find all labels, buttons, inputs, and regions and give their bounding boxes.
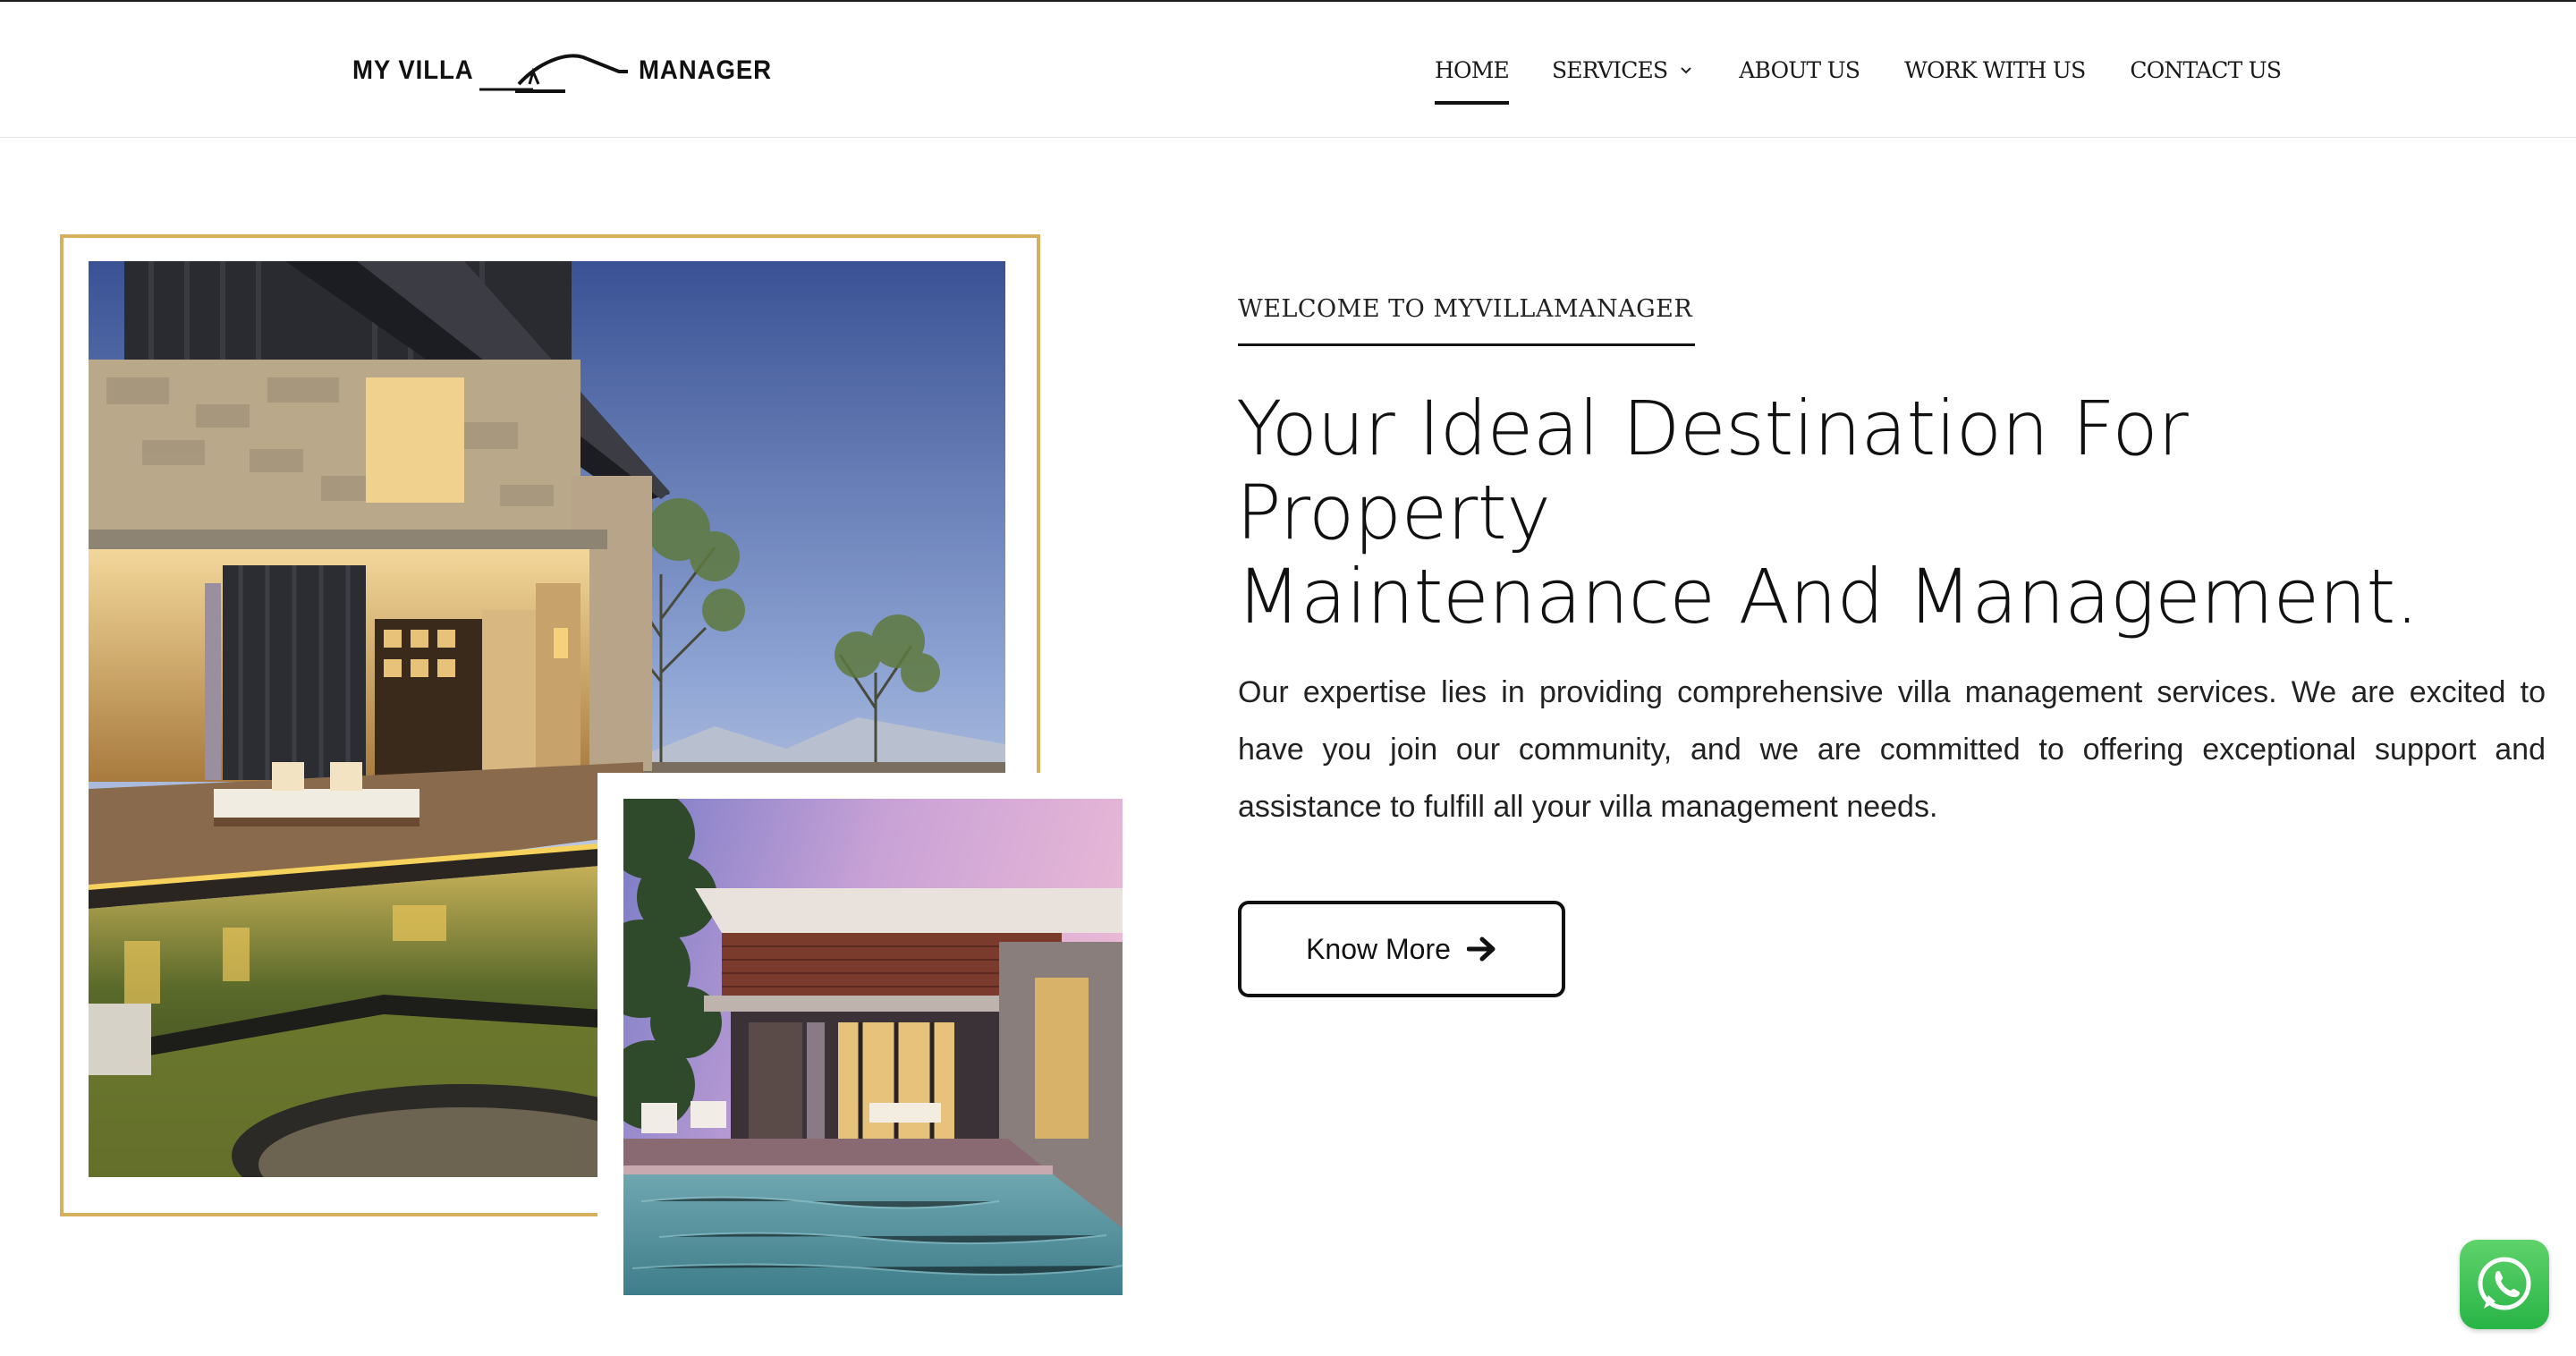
nav-item-about-us[interactable]: ABOUT US	[1739, 57, 1860, 83]
chevron-down-icon	[1678, 62, 1694, 78]
welcome-eyebrow: WELCOME TO MYVILLAMANAGER	[1238, 295, 1693, 323]
arrow-right-icon	[1466, 936, 1496, 962]
active-underline	[1435, 100, 1509, 105]
nav-item-contact-us[interactable]: CONTACT US	[2130, 56, 2282, 83]
whatsapp-chat-button[interactable]	[2460, 1240, 2549, 1329]
site-header: MY VILLA MANAGER HOME SERVICES ABOUT US …	[0, 2, 2576, 138]
logo-roof-icon	[479, 54, 628, 93]
know-more-button[interactable]: Know More	[1238, 901, 1565, 997]
know-more-label: Know More	[1306, 932, 1451, 965]
headline-line-2: Maintenance And Management.	[1236, 553, 2419, 640]
nav-item-label: ABOUT US	[1739, 56, 1860, 83]
headline-line-1: Your Ideal Destination For Property	[1236, 385, 2189, 556]
nav-item-label: SERVICES	[1551, 56, 1668, 83]
nav-item-label: CONTACT US	[2130, 56, 2282, 83]
main-nav: HOME SERVICES ABOUT US WORK WITH US CONT…	[1435, 52, 2282, 105]
hero-description: Our expertise lies in providing comprehe…	[1238, 675, 2546, 824]
whatsapp-icon	[2478, 1257, 2531, 1310]
logo-text-left: MY VILLA	[352, 55, 474, 85]
eyebrow-underline	[1238, 343, 1695, 346]
villa-photo-secondary	[623, 799, 1123, 1295]
villa-pool-photo-twilight	[623, 799, 1123, 1295]
nav-item-home[interactable]: HOME	[1435, 56, 1510, 105]
logo-text-right: MANAGER	[639, 55, 773, 85]
nav-item-work-with-us[interactable]: WORK WITH US	[1904, 56, 2086, 83]
nav-item-label: HOME	[1435, 56, 1510, 83]
site-logo[interactable]: MY VILLA MANAGER	[352, 43, 771, 97]
nav-item-services[interactable]: SERVICES	[1552, 57, 1694, 83]
hero-headline: Your Ideal Destination For Property Main…	[1236, 386, 2506, 639]
nav-item-label: WORK WITH US	[1904, 56, 2086, 83]
